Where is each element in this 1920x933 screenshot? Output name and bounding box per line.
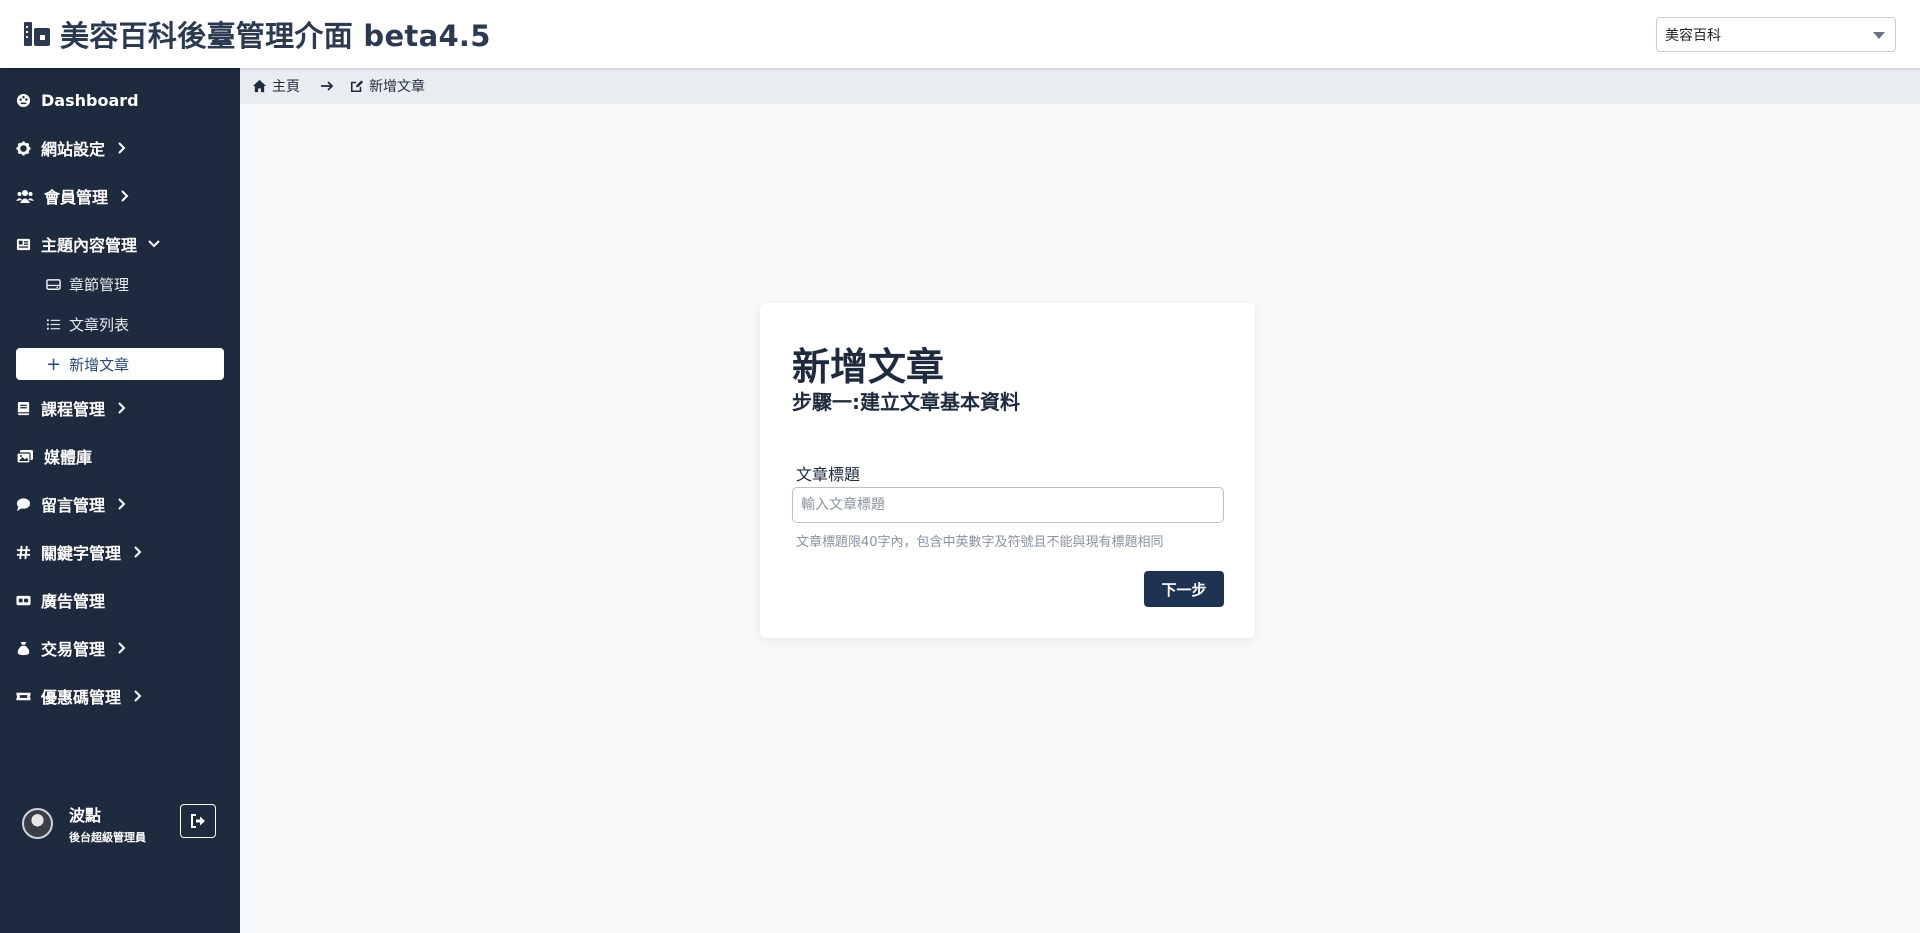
home-icon [252, 79, 267, 93]
sidebar-subitem-article-list[interactable]: 文章列表 [46, 307, 129, 341]
edit-icon [350, 80, 364, 93]
arrow-right-icon [320, 80, 334, 92]
next-step-button[interactable]: 下一步 [1144, 571, 1224, 607]
chevron-right-icon [115, 641, 129, 655]
sidebar-item-label: 會員管理 [44, 188, 109, 207]
sidebar-item-label: 課程管理 [41, 400, 106, 419]
breadcrumb-home-label: 主頁 [272, 79, 300, 95]
book-icon [16, 401, 31, 416]
sidebar-item-ads[interactable]: 廣告管理 [0, 580, 240, 620]
sidebar-item-label: 留言管理 [41, 496, 106, 515]
brand: 美容百科後臺管理介面 beta4.5 [22, 13, 491, 55]
sidebar-item-coupons[interactable]: 優惠碼管理 [0, 676, 240, 716]
chevron-right-icon [131, 689, 145, 703]
chevron-right-icon [115, 401, 129, 415]
gear-icon [16, 140, 31, 156]
sidebar-item-keywords[interactable]: 關鍵字管理 [0, 532, 240, 572]
article-title-label: 文章標題 [796, 465, 861, 484]
sidebar-item-label: 優惠碼管理 [41, 688, 122, 707]
ticket-icon [16, 689, 31, 704]
plus-icon: + [46, 353, 62, 375]
sidebar-subitem-label: 文章列表 [69, 315, 130, 334]
step-subtitle: 步驟一:建立文章基本資料 [792, 390, 1020, 414]
hashtag-icon [16, 545, 31, 560]
sidebar-item-members[interactable]: 會員管理 [0, 176, 240, 216]
breadcrumb-current-label: 新增文章 [369, 79, 425, 95]
top-header: 美容百科後臺管理介面 beta4.5 美容百科 [0, 0, 1920, 68]
sidebar-item-media-library[interactable]: 媒體庫 [0, 436, 240, 476]
building-icon [24, 22, 50, 46]
sidebar-subitem-chapters[interactable]: 章節管理 [46, 267, 129, 301]
sidebar-item-topic-content[interactable]: 主題內容管理 [0, 224, 240, 264]
article-title-hint: 文章標題限40字內，包含中英數字及符號且不能與現有標題相同 [796, 535, 1164, 550]
user-profile: 波點 後台超級管理員 [22, 802, 146, 845]
sidebar-item-label: 網站設定 [41, 140, 106, 159]
palette-icon [16, 93, 31, 108]
chevron-right-icon [131, 545, 145, 559]
breadcrumb-current: 新增文章 [350, 76, 425, 96]
newspaper-icon [16, 237, 31, 252]
sidebar-item-comments[interactable]: 留言管理 [0, 484, 240, 524]
sidebar-item-site-settings[interactable]: 網站設定 [0, 128, 240, 168]
article-title-input[interactable] [792, 487, 1224, 523]
hdd-icon [46, 277, 61, 292]
sidebar-subitem-new-article[interactable]: + 新增文章 [16, 348, 224, 380]
chevron-right-icon [115, 497, 129, 511]
sidebar-item-label: 廣告管理 [41, 592, 106, 611]
user-info: 波點 後台超級管理員 [69, 802, 146, 845]
sidebar-item-label: 交易管理 [41, 640, 106, 659]
chevron-right-icon [118, 189, 132, 203]
sidebar-subitem-label: 新增文章 [69, 355, 130, 374]
sign-out-icon [191, 814, 205, 828]
app-title: 美容百科後臺管理介面 beta4.5 [60, 19, 491, 53]
sidebar-item-label: 主題內容管理 [41, 236, 138, 255]
sidebar-subitem-label: 章節管理 [69, 275, 130, 294]
chevron-right-icon [115, 141, 129, 155]
sidebar-item-label: Dashboard [41, 90, 139, 110]
site-selector-value: 美容百科 [1665, 27, 1721, 44]
breadcrumb: 主頁 新增文章 [240, 68, 1920, 104]
sidebar-item-dashboard[interactable]: Dashboard [0, 80, 240, 120]
users-icon [16, 189, 34, 204]
avatar[interactable] [22, 808, 53, 839]
money-bag-icon [16, 641, 31, 656]
user-name: 波點 [69, 806, 102, 825]
logout-button[interactable] [180, 804, 216, 838]
page-title: 新增文章 [792, 345, 945, 389]
sidebar-item-label: 關鍵字管理 [41, 544, 122, 563]
caret-down-icon [1873, 32, 1885, 39]
rectangle-ad-icon [16, 593, 31, 608]
chevron-down-icon [147, 237, 161, 251]
sidebar-item-courses[interactable]: 課程管理 [0, 388, 240, 428]
list-icon [46, 317, 61, 332]
breadcrumb-home[interactable]: 主頁 [252, 76, 300, 96]
site-selector[interactable]: 美容百科 [1656, 17, 1896, 52]
images-icon [16, 449, 34, 464]
user-role: 後台超級管理員 [69, 831, 146, 844]
comment-icon [16, 497, 31, 512]
new-article-card: 新增文章 步驟一:建立文章基本資料 文章標題 文章標題限40字內，包含中英數字及… [760, 303, 1255, 638]
sidebar-item-label: 媒體庫 [44, 448, 93, 467]
sidebar-item-transactions[interactable]: 交易管理 [0, 628, 240, 668]
